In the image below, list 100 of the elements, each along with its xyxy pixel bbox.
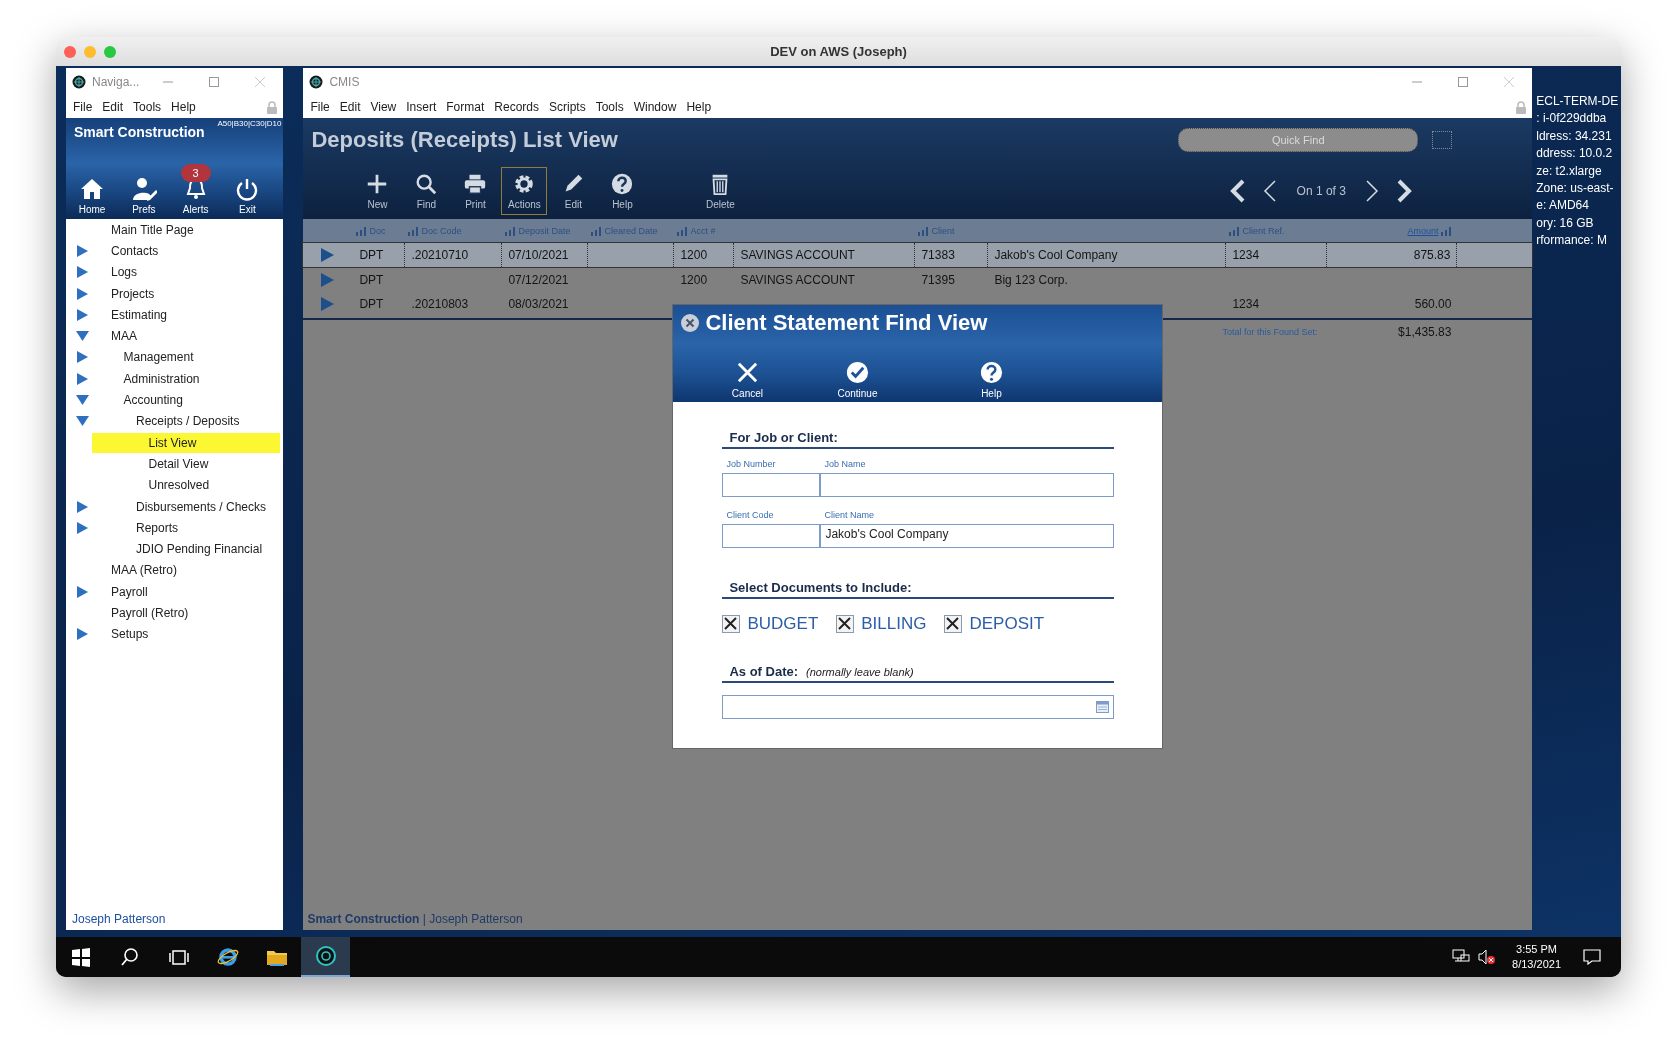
text-field[interactable]: Jakob's Cool Company [820, 524, 1115, 548]
alerts-button[interactable]: Alerts 3 [173, 164, 218, 215]
table-row[interactable]: DPT .20210710 07/10/2021 1200 SAVINGS ACCOUNT 71383 Jakob's Cool Company 1234 875.83 [303, 243, 1533, 268]
checkbox[interactable] [836, 615, 855, 633]
tree-item[interactable]: Reports [92, 517, 280, 538]
date-field[interactable] [722, 695, 1115, 719]
collapsed-arrow-icon[interactable] [76, 244, 89, 257]
tree-item[interactable]: List View [92, 432, 280, 453]
previous-record-icon[interactable] [1262, 178, 1279, 203]
home-button[interactable]: Home [70, 164, 114, 215]
next-record-icon[interactable] [1364, 178, 1381, 203]
tree-item[interactable]: Contacts [92, 240, 280, 261]
menu-item[interactable]: Edit [97, 98, 129, 116]
collapsed-arrow-icon[interactable] [76, 585, 89, 598]
notification-icon[interactable] [1583, 949, 1601, 965]
menu-item[interactable]: Format [441, 98, 490, 116]
table-cell: 560.00 [1414, 296, 1452, 311]
quick-find-field[interactable]: Quick Find [1178, 128, 1419, 152]
taskbar-button[interactable] [301, 937, 350, 977]
find-button[interactable]: Find [403, 166, 450, 215]
prefs-button[interactable]: Prefs [121, 164, 166, 215]
tree-item[interactable]: Payroll [92, 581, 280, 602]
menu-item[interactable]: View [365, 98, 402, 116]
table-cell: 71383 [921, 248, 955, 263]
text-field[interactable] [722, 524, 821, 548]
menu-item[interactable]: Help [681, 98, 717, 116]
tree-item[interactable]: Logs [92, 262, 280, 283]
tree-item[interactable]: Administration [92, 368, 280, 389]
table-cell: SAVINGS ACCOUNT [740, 272, 855, 287]
user-name: Joseph Patterson [72, 912, 166, 926]
collapsed-arrow-icon[interactable] [76, 351, 89, 364]
collapsed-arrow-icon[interactable] [76, 372, 89, 385]
menu-item[interactable]: Scripts [544, 98, 591, 116]
menu-item[interactable]: Help [166, 98, 201, 116]
tree-item[interactable]: Payroll (Retro) [92, 603, 280, 623]
text-field[interactable] [722, 473, 821, 497]
windows-logo-icon [69, 946, 92, 968]
tree-item[interactable]: MAA (Retro) [92, 560, 280, 581]
network-icon[interactable] [1452, 949, 1471, 965]
tree-item[interactable]: Accounting [92, 390, 280, 410]
tree-item[interactable]: MAA [92, 326, 280, 347]
system-info-text: : i-0f229ddba [1536, 110, 1608, 128]
delete-button[interactable]: Delete [697, 166, 744, 215]
tree-item[interactable]: Main Title Page [92, 219, 280, 240]
muted-speaker-icon[interactable] [1478, 949, 1497, 965]
tree-item[interactable]: Disbursements / Checks [92, 496, 280, 517]
tree-item[interactable]: Setups [92, 624, 280, 645]
new-button[interactable]: New [354, 166, 401, 215]
window-title: CMIS [329, 75, 360, 89]
collapsed-arrow-icon[interactable] [76, 500, 89, 513]
checkbox-label[interactable]: BUDGET [747, 614, 819, 634]
menu-item[interactable]: Window [628, 98, 682, 116]
menu-item[interactable]: Insert [401, 98, 442, 116]
tree-item[interactable]: Estimating [92, 304, 280, 325]
clock-date[interactable]: 8/13/2021 [1512, 957, 1561, 972]
actions-button[interactable]: Actions [501, 166, 548, 215]
collapsed-arrow-icon[interactable] [76, 628, 89, 641]
table-row[interactable]: DPT 07/12/2021 1200 SAVINGS ACCOUNT 71395 Big 123 Corp. [303, 267, 1533, 292]
table-cell: 71395 [921, 272, 955, 287]
close-icon[interactable] [681, 314, 700, 332]
tree-item[interactable]: Detail View [92, 453, 280, 474]
row-arrow-icon[interactable] [321, 248, 335, 263]
menu-item[interactable]: Tools [128, 98, 167, 116]
menu-item[interactable]: File [305, 98, 335, 116]
cancel-button[interactable]: Cancel [712, 360, 783, 399]
person-pencil-icon [130, 176, 157, 202]
edit-button[interactable]: Edit [550, 166, 597, 215]
checkbox[interactable] [722, 615, 741, 633]
help-button[interactable]: Help [956, 360, 1027, 399]
tree-item[interactable]: Management [92, 347, 280, 368]
close-button[interactable] [64, 45, 76, 58]
tree-item[interactable]: JDIO Pending Financial [92, 539, 280, 560]
expanded-arrow-icon[interactable] [76, 394, 89, 406]
check-circle-icon [844, 360, 870, 385]
expanded-arrow-icon[interactable] [76, 330, 89, 343]
help-button[interactable]: Help [599, 166, 646, 215]
text-field[interactable] [820, 473, 1115, 497]
print-button[interactable]: Print [452, 166, 499, 215]
tree-item[interactable]: Projects [92, 283, 280, 304]
checkbox[interactable] [944, 615, 963, 633]
collapsed-arrow-icon[interactable] [76, 521, 89, 534]
exit-button[interactable]: Exit [225, 164, 270, 215]
continue-button[interactable]: Continue [822, 360, 893, 399]
checkbox-label[interactable]: DEPOSIT [969, 614, 1045, 634]
calendar-icon[interactable] [1096, 701, 1110, 713]
menu-item[interactable]: Records [489, 98, 544, 116]
collapsed-arrow-icon[interactable] [76, 308, 89, 321]
expanded-arrow-icon[interactable] [76, 415, 89, 428]
collapsed-arrow-icon[interactable] [76, 287, 89, 300]
sort-icon [591, 226, 602, 236]
tree-item[interactable]: Unresolved [92, 475, 280, 496]
collapsed-arrow-icon[interactable] [76, 266, 89, 279]
menu-item[interactable]: File [68, 98, 98, 116]
menu-item[interactable]: Tools [590, 98, 629, 116]
menu-item[interactable]: Edit [334, 98, 366, 116]
tree-item[interactable]: Receipts / Deposits [92, 411, 280, 432]
checkbox-label[interactable]: BILLING [861, 614, 927, 634]
small-field[interactable] [1432, 131, 1453, 149]
table-cell: 1200 [680, 248, 708, 263]
clock-time[interactable]: 3:55 PM [1516, 942, 1557, 957]
